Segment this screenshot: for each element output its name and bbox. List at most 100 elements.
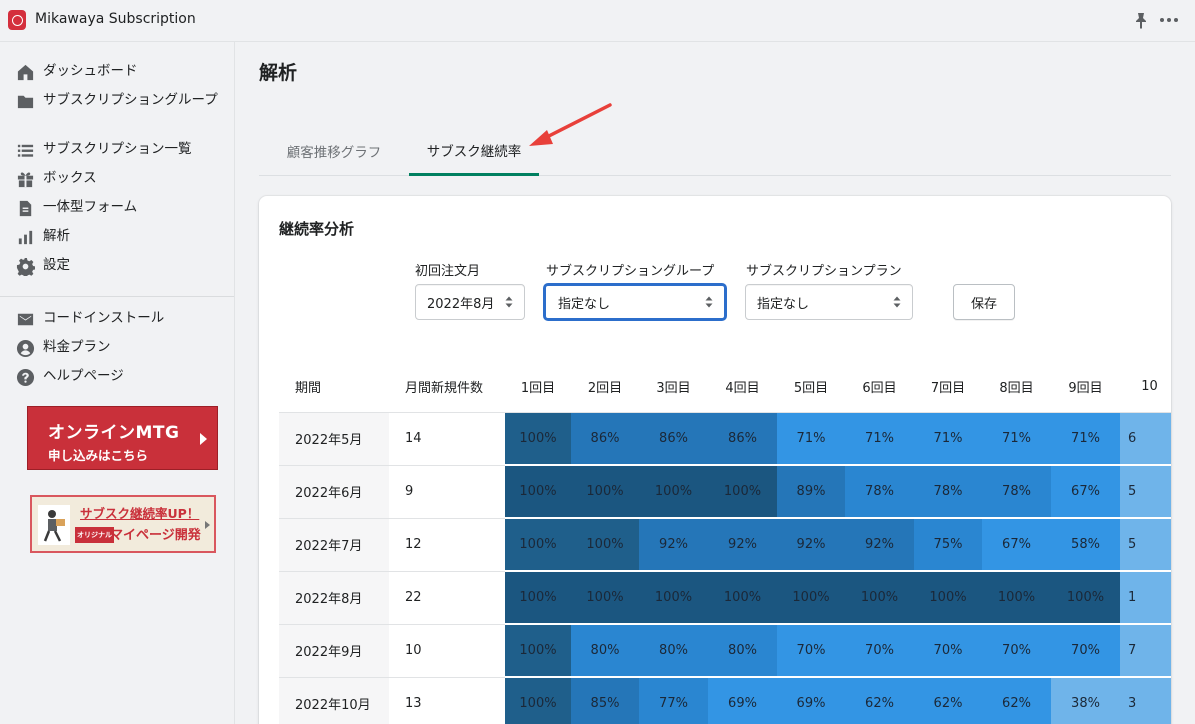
retention-cell: 85% xyxy=(571,677,639,724)
online-meeting-banner[interactable]: オンラインMTG 申し込みはこちら xyxy=(27,406,218,470)
sidebar-item-analytics[interactable]: 解析 xyxy=(15,227,218,247)
sidebar-item-subscription-list[interactable]: サブスクリプション一覧 xyxy=(15,140,218,160)
sidebar-item-label: 一体型フォーム xyxy=(43,199,138,215)
retention-cell: 62% xyxy=(845,677,914,724)
column-header: 期間 xyxy=(279,361,389,413)
group-label: サブスクリプショングループ xyxy=(546,264,715,279)
page-title: 解析 xyxy=(259,62,298,84)
sidebar-item-label: 料金プラン xyxy=(43,339,111,355)
retention-cell: 100% xyxy=(982,571,1051,625)
retention-cell: 70% xyxy=(914,624,982,678)
help-icon xyxy=(15,367,35,387)
retention-cell: 67% xyxy=(982,518,1051,572)
new-count-cell: 9 xyxy=(389,465,505,519)
sidebar-item-pricing[interactable]: 料金プラン xyxy=(15,338,218,358)
retention-cell: 78% xyxy=(982,465,1051,519)
retention-cell: 86% xyxy=(571,412,639,466)
save-button[interactable]: 保存 xyxy=(953,284,1015,320)
retention-cell: 86% xyxy=(639,412,708,466)
subscription-group-select[interactable]: 指定なし xyxy=(544,284,726,320)
card-title: 継続率分析 xyxy=(279,220,355,238)
plan-value: 指定なし xyxy=(757,296,810,312)
column-header: 8回目 xyxy=(982,361,1051,413)
retention-cell: 5 xyxy=(1120,518,1171,572)
group-value: 指定なし xyxy=(558,296,611,312)
retention-cell: 58% xyxy=(1051,518,1120,572)
table-row: 2022年7月 12 100% 100% 92% 92% 92% 92% 75% 67% 58% 5 xyxy=(279,518,1171,572)
retention-cell: 7 xyxy=(1120,624,1171,678)
retention-cell: 6 xyxy=(1120,412,1171,466)
subscription-plan-select[interactable]: 指定なし xyxy=(745,284,913,320)
retention-cell: 89% xyxy=(777,465,845,519)
tab-bar: 顧客推移グラフ サブスク継続率 xyxy=(259,126,1171,176)
sidebar-item-settings[interactable]: 設定 xyxy=(15,256,218,276)
retention-cell: 92% xyxy=(845,518,914,572)
retention-cell: 80% xyxy=(639,624,708,678)
sidebar-item-dashboard[interactable]: ダッシュボード xyxy=(15,62,218,82)
document-icon xyxy=(15,198,35,218)
email-icon xyxy=(15,309,35,329)
column-header: 5回目 xyxy=(777,361,845,413)
sidebar-item-code-install[interactable]: コードインストール xyxy=(15,309,218,329)
more-options-icon[interactable] xyxy=(1160,18,1178,23)
retention-cell: 100% xyxy=(639,571,708,625)
sidebar-item-subscription-groups[interactable]: サブスクリプショングループ xyxy=(15,91,218,111)
table-row: 2022年6月 9 100% 100% 100% 100% 89% 78% 78% 78% 67% 5 xyxy=(279,465,1171,519)
banner-subtitle: マイページ開発 xyxy=(110,528,201,543)
column-header: 1回目 xyxy=(505,361,571,413)
mypage-dev-banner[interactable]: サブスク継続率UP！ オリジナル マイページ開発 xyxy=(30,495,216,553)
order-month-select[interactable]: 2022年8月 xyxy=(415,284,525,320)
retention-cell: 100% xyxy=(1051,571,1120,625)
banner-subtitle: 申し込みはこちら xyxy=(48,448,149,463)
tab-retention-rate[interactable]: サブスク継続率 xyxy=(409,126,539,176)
sidebar-item-label: 設定 xyxy=(43,257,70,273)
plan-label: サブスクリプションプラン xyxy=(746,264,902,279)
retention-cell: 5 xyxy=(1120,465,1171,519)
tab-customer-trend[interactable]: 顧客推移グラフ xyxy=(259,126,409,176)
select-caret-icon xyxy=(705,296,713,308)
gear-icon xyxy=(15,256,35,276)
retention-cell: 1 xyxy=(1120,571,1171,625)
banner-headline: サブスク継続率UP！ xyxy=(80,506,200,521)
retention-cell: 62% xyxy=(914,677,982,724)
retention-cell: 100% xyxy=(639,465,708,519)
new-count-cell: 14 xyxy=(389,412,505,466)
pin-icon[interactable] xyxy=(1133,12,1149,30)
table-row: 2022年9月 10 100% 80% 80% 80% 70% 70% 70% 70% 70% 7 xyxy=(279,624,1171,678)
select-caret-icon xyxy=(505,296,513,308)
period-cell: 2022年5月 xyxy=(279,412,389,466)
retention-cell: 70% xyxy=(845,624,914,678)
retention-cell: 92% xyxy=(777,518,845,572)
table-row: 2022年10月 13 100% 85% 77% 69% 69% 62% 62% 62% 38% 3 xyxy=(279,677,1171,724)
retention-cell: 78% xyxy=(914,465,982,519)
gift-icon xyxy=(15,169,35,189)
retention-cell: 86% xyxy=(708,412,777,466)
sidebar-item-label: 解析 xyxy=(43,228,70,244)
column-header: 9回目 xyxy=(1051,361,1120,413)
sidebar-item-label: ダッシュボード xyxy=(43,63,138,79)
period-cell: 2022年6月 xyxy=(279,465,389,519)
retention-cell: 100% xyxy=(571,571,639,625)
sidebar: ダッシュボード サブスクリプショングループ サブスクリプション一覧 ボックス 一… xyxy=(0,42,235,724)
retention-cell: 100% xyxy=(708,465,777,519)
banner-title: オンラインMTG xyxy=(48,423,180,443)
order-month-value: 2022年8月 xyxy=(427,296,495,312)
sidebar-item-label: サブスクリプショングループ xyxy=(43,92,218,108)
sidebar-item-help[interactable]: ヘルプページ xyxy=(15,367,218,387)
app-title: Mikawaya Subscription xyxy=(35,11,196,27)
retention-cell: 69% xyxy=(708,677,777,724)
retention-cell: 100% xyxy=(777,571,845,625)
retention-cell: 100% xyxy=(708,571,777,625)
retention-cell: 80% xyxy=(708,624,777,678)
retention-cell: 100% xyxy=(505,571,571,625)
table-header-row: 期間 月間新規件数 1回目 2回目 3回目 4回目 5回目 6回目 7回目 8回目 9回目 10 xyxy=(279,361,1171,413)
retention-cell: 77% xyxy=(639,677,708,724)
person-illustration-icon xyxy=(38,505,70,545)
sidebar-item-box[interactable]: ボックス xyxy=(15,169,218,189)
new-count-cell: 12 xyxy=(389,518,505,572)
sidebar-item-integrated-form[interactable]: 一体型フォーム xyxy=(15,198,218,218)
period-cell: 2022年7月 xyxy=(279,518,389,572)
arrow-right-icon xyxy=(205,521,210,529)
annotation-arrow-icon xyxy=(529,103,612,146)
retention-cell: 67% xyxy=(1051,465,1120,519)
